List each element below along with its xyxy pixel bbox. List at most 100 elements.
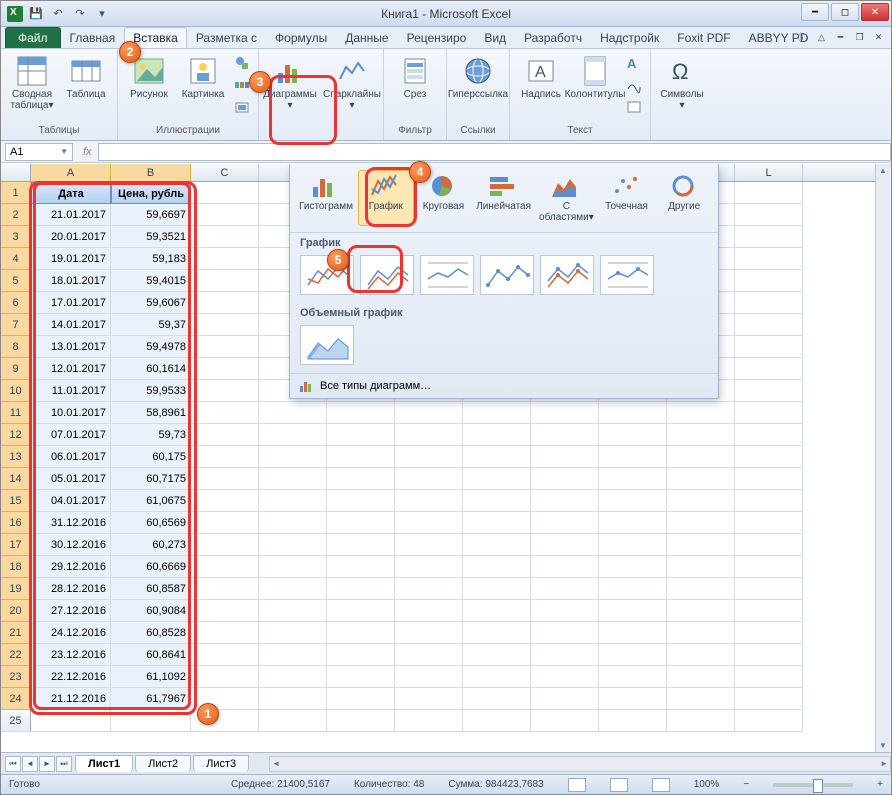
cell-H13[interactable] [531,446,599,468]
zoom-out-button[interactable]: − [743,779,749,790]
cell-F18[interactable] [395,556,463,578]
line-chart-pct-markers[interactable] [600,255,654,295]
cell-K13[interactable] [667,446,735,468]
cell-J11[interactable] [599,402,667,424]
cell-J19[interactable] [599,578,667,600]
cell-L25[interactable] [735,710,803,732]
cell-G20[interactable] [463,600,531,622]
cell-H14[interactable] [531,468,599,490]
row-header-5[interactable]: 5 [1,270,31,292]
ribbon-tab-7[interactable]: Разработч [515,27,591,48]
ribbon-tab-8[interactable]: Надстройк [591,27,668,48]
cell-B9[interactable]: 60,1614 [111,358,191,380]
cell-A9[interactable]: 12.01.2017 [31,358,111,380]
cell-K25[interactable] [667,710,735,732]
chart-type-0[interactable]: Гистограмм [296,170,356,226]
shapes-icon[interactable] [232,53,252,73]
cell-K18[interactable] [667,556,735,578]
cell-H12[interactable] [531,424,599,446]
cell-D14[interactable] [259,468,327,490]
ribbon-tab-6[interactable]: Вид [475,27,515,48]
cell-C20[interactable] [191,600,259,622]
wordart-icon[interactable]: A [624,53,644,73]
cell-E23[interactable] [327,666,395,688]
cell-J18[interactable] [599,556,667,578]
cell-H18[interactable] [531,556,599,578]
cell-E24[interactable] [327,688,395,710]
chart-type-1[interactable]: График [358,170,414,226]
fx-icon[interactable]: fx [77,146,98,158]
cell-H17[interactable] [531,534,599,556]
cell-E22[interactable] [327,644,395,666]
cell-A25[interactable] [31,710,111,732]
row-header-12[interactable]: 12 [1,424,31,446]
sheet-tab-2[interactable]: Лист3 [193,755,249,772]
cell-F24[interactable] [395,688,463,710]
cell-G12[interactable] [463,424,531,446]
line-chart-stacked[interactable] [360,255,414,295]
cell-H20[interactable] [531,600,599,622]
cell-F17[interactable] [395,534,463,556]
cell-J24[interactable] [599,688,667,710]
cell-B20[interactable]: 60,9084 [111,600,191,622]
cell-F21[interactable] [395,622,463,644]
col-header-A[interactable]: A [31,164,111,181]
cell-K11[interactable] [667,402,735,424]
horizontal-scrollbar[interactable] [269,756,891,772]
cell-B11[interactable]: 58,8961 [111,402,191,424]
headerfooter-button[interactable]: Колонтитулы [570,53,620,102]
cell-B21[interactable]: 60,8528 [111,622,191,644]
row-header-24[interactable]: 24 [1,688,31,710]
line-chart-3d[interactable] [300,325,354,365]
cell-L1[interactable] [735,182,803,204]
cell-J21[interactable] [599,622,667,644]
cell-G24[interactable] [463,688,531,710]
cell-F22[interactable] [395,644,463,666]
cell-L12[interactable] [735,424,803,446]
ribbon-tab-9[interactable]: Foxit PDF [668,27,739,48]
cell-K22[interactable] [667,644,735,666]
cell-E12[interactable] [327,424,395,446]
cell-B17[interactable]: 60,273 [111,534,191,556]
row-header-17[interactable]: 17 [1,534,31,556]
cell-A1[interactable]: Дата [31,182,111,204]
cell-D20[interactable] [259,600,327,622]
cell-K21[interactable] [667,622,735,644]
ribbon-tab-2[interactable]: Разметка с [187,27,266,48]
cell-G25[interactable] [463,710,531,732]
cell-H15[interactable] [531,490,599,512]
ribbon-tab-0[interactable]: Главная [61,27,125,48]
cell-F23[interactable] [395,666,463,688]
cell-D24[interactable] [259,688,327,710]
cell-G19[interactable] [463,578,531,600]
clipart-button[interactable]: Картинка [178,53,228,102]
row-header-4[interactable]: 4 [1,248,31,270]
cell-H23[interactable] [531,666,599,688]
cell-E19[interactable] [327,578,395,600]
cell-H19[interactable] [531,578,599,600]
cell-F14[interactable] [395,468,463,490]
cell-A19[interactable]: 28.12.2016 [31,578,111,600]
cell-L10[interactable] [735,380,803,402]
row-header-13[interactable]: 13 [1,446,31,468]
next-sheet-button[interactable]: ► [39,756,55,772]
row-header-22[interactable]: 22 [1,644,31,666]
cell-E14[interactable] [327,468,395,490]
cell-G18[interactable] [463,556,531,578]
cell-E21[interactable] [327,622,395,644]
cell-G16[interactable] [463,512,531,534]
cell-H21[interactable] [531,622,599,644]
cell-C1[interactable] [191,182,259,204]
cell-B23[interactable]: 61,1092 [111,666,191,688]
zoom-in-button[interactable]: + [877,779,883,790]
cell-A6[interactable]: 17.01.2017 [31,292,111,314]
cell-C8[interactable] [191,336,259,358]
cell-J25[interactable] [599,710,667,732]
all-chart-types-button[interactable]: Все типы диаграмм… [290,373,718,398]
row-header-23[interactable]: 23 [1,666,31,688]
slicer-button[interactable]: Срез [390,53,440,102]
row-header-14[interactable]: 14 [1,468,31,490]
ribbon-minimize-icon[interactable]: △ [815,31,828,44]
last-sheet-button[interactable]: ⏭ [56,756,72,772]
cell-B13[interactable]: 60,175 [111,446,191,468]
